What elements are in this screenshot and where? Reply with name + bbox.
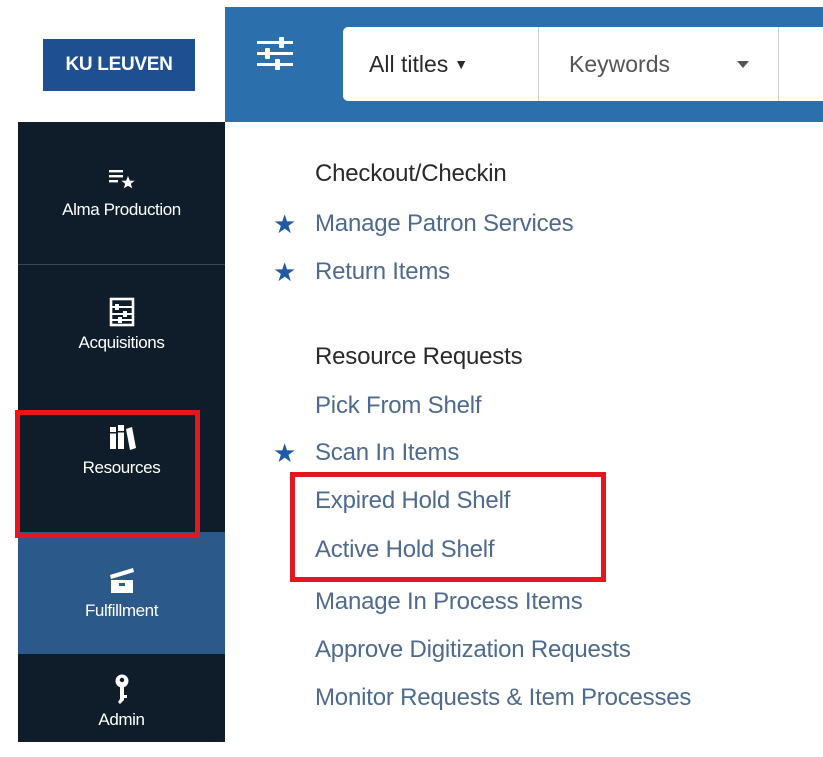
nav-item-acquisitions[interactable]: Acquisitions [18,297,225,353]
search-field-dropdown[interactable]: Keywords [539,27,779,101]
star-icon[interactable]: ★ [273,259,296,285]
link-scan-in-items[interactable]: Scan In Items [315,439,459,467]
section-title-resource-requests: Resource Requests [315,343,523,370]
link-active-hold-shelf[interactable]: Active Hold Shelf [315,536,495,564]
list-star-icon [107,164,137,194]
top-search-bar: All titles ▼ Keywords [225,7,823,122]
field-label: Keywords [569,50,670,77]
link-manage-in-process-items[interactable]: Manage In Process Items [315,588,583,616]
nav-item-fulfillment[interactable]: Fulfillment [18,532,225,654]
abacus-icon [107,297,137,327]
ku-leuven-logo[interactable]: KU LEUVEN [43,39,195,91]
section-title-checkout-checkin: Checkout/Checkin [315,160,507,187]
books-icon [107,422,137,452]
nav-item-alma-production[interactable]: Alma Production [18,164,225,220]
caret-down-icon [737,61,749,68]
nav-divider [18,264,225,265]
chevron-down-icon: ▼ [454,56,469,72]
logo-area: KU LEUVEN [0,0,225,122]
main-nav: Alma Production Acquisitions Resources F… [18,122,225,742]
key-icon [107,674,137,704]
nav-item-admin[interactable]: Admin [18,674,225,730]
nav-label: Acquisitions [78,333,165,352]
fulfillment-menu: Checkout/Checkin ★ Manage Patron Service… [225,122,823,757]
scope-label: All titles [369,50,449,77]
link-manage-patron-services[interactable]: Manage Patron Services [315,210,574,238]
star-icon[interactable]: ★ [273,440,296,466]
link-approve-digitization-requests[interactable]: Approve Digitization Requests [315,636,631,664]
nav-label: Admin [98,710,145,729]
link-expired-hold-shelf[interactable]: Expired Hold Shelf [315,487,510,515]
link-pick-from-shelf[interactable]: Pick From Shelf [315,392,482,420]
nav-item-resources[interactable]: Resources [18,422,225,478]
search-box: All titles ▼ Keywords [343,27,823,101]
box-icon [107,565,137,595]
search-scope-dropdown[interactable]: All titles ▼ [343,27,539,101]
left-sidebar: KU LEUVEN Alma Production Acquisitions R… [0,0,225,757]
link-monitor-requests[interactable]: Monitor Requests & Item Processes [315,684,691,712]
star-icon[interactable]: ★ [273,211,296,237]
nav-label: Fulfillment [84,601,159,620]
sliders-icon[interactable] [255,34,295,74]
nav-label: Resources [82,458,161,477]
nav-label: Alma Production [62,200,181,219]
link-return-items[interactable]: Return Items [315,258,450,286]
